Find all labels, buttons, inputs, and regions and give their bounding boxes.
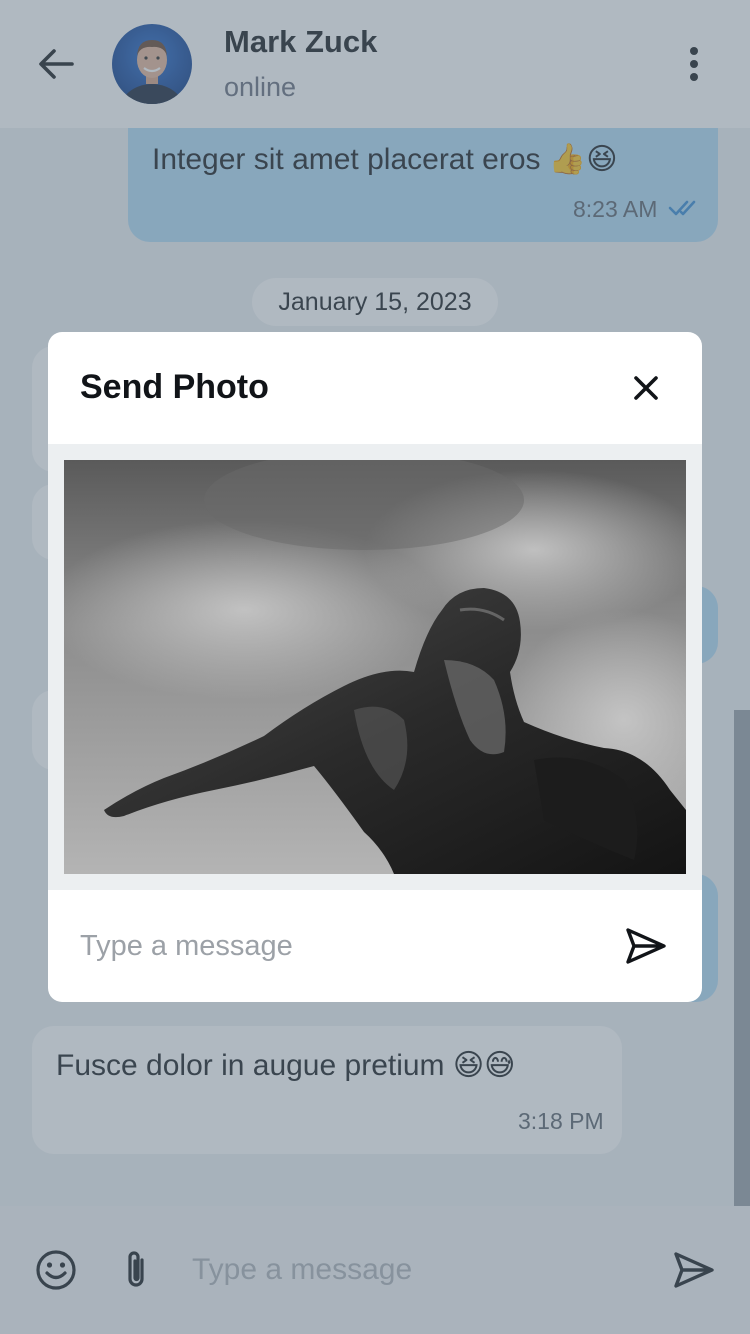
caption-input[interactable]: Type a message xyxy=(80,924,580,968)
photo-preview-frame xyxy=(48,444,702,890)
dialog-send-button[interactable] xyxy=(620,922,672,970)
dialog-title: Send Photo xyxy=(80,368,269,406)
close-icon xyxy=(634,376,658,400)
photo-preview xyxy=(64,460,686,874)
close-button[interactable] xyxy=(622,364,670,412)
send-icon xyxy=(626,928,666,964)
send-photo-dialog: Send Photo Type a message xyxy=(48,332,702,1002)
